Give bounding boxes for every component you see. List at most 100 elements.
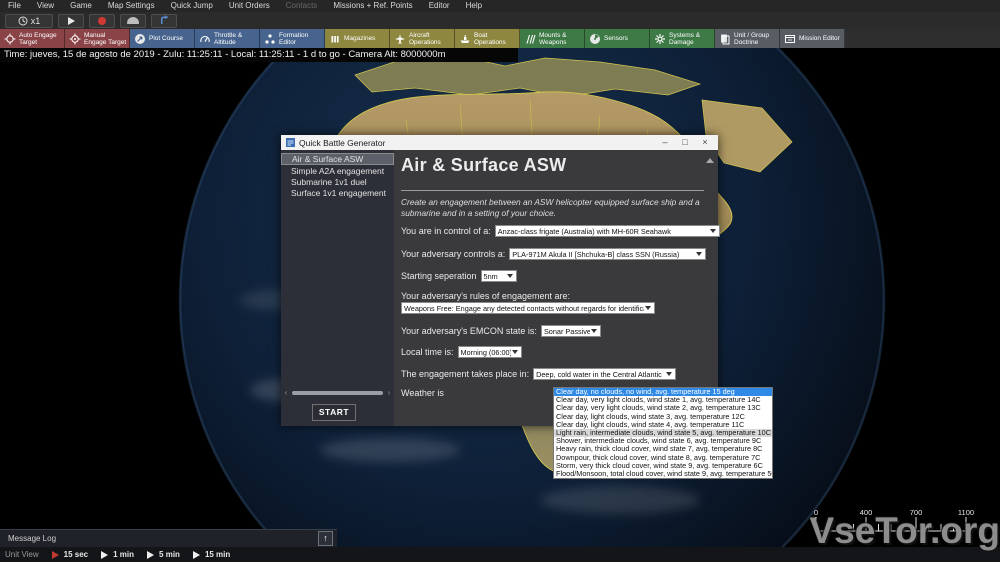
menu-view[interactable]: View <box>29 0 62 12</box>
speed-label: 5 min <box>159 550 180 559</box>
location-select[interactable]: Deep, cold water in the Central Atlantic <box>533 368 677 380</box>
field-roe-label-row: Your adversary's rules of engagement are… <box>401 291 570 301</box>
scrollbar-thumb[interactable] <box>292 391 383 395</box>
record-icon <box>98 16 106 25</box>
systems-damage-button[interactable]: Systems & Damage <box>650 29 715 48</box>
weather-option[interactable]: Clear day, light clouds, wind state 4, a… <box>554 421 772 429</box>
sidebar-horizontal-scrollbar[interactable]: ‹ › <box>282 389 393 397</box>
local-time-select[interactable]: Morning (06:00) <box>457 346 522 358</box>
weather-option[interactable]: Heavy rain, thick cloud cover, wind stat… <box>554 445 772 453</box>
aircraft-operations-button[interactable]: Aircraft Operations <box>390 29 455 48</box>
field-adversary: Your adversary controls a: PLA-971M Akul… <box>401 248 707 260</box>
weather-option[interactable]: Clear day, very light clouds, wind state… <box>554 396 772 404</box>
sidebar-item-submarine-duel[interactable]: Submarine 1v1 duel <box>281 177 394 187</box>
sidebar-item-air-surface-asw[interactable]: Air & Surface ASW <box>281 153 394 165</box>
unit-group-doctrine-button[interactable]: Unit / Group Doctrine <box>715 29 780 48</box>
speed-5min-button[interactable]: 5 min <box>147 550 180 559</box>
time-compression-label: x1 <box>30 15 41 26</box>
dialog-title-bar[interactable]: Quick Battle Generator – □ × <box>281 135 718 150</box>
weather-dropdown-list: Clear day, no clouds, no wind, avg. temp… <box>553 387 773 480</box>
scenario-heading: Air & Surface ASW <box>401 155 567 175</box>
field-control-of: You are in control of a: Anzac-class fri… <box>401 225 720 237</box>
play-icon <box>67 16 75 25</box>
minimize-button[interactable]: – <box>657 135 673 150</box>
weather-option[interactable]: Clear day, very light clouds, wind state… <box>554 404 772 412</box>
field-local-time: Local time is: Morning (06:00) <box>401 346 522 358</box>
mounts-weapons-button[interactable]: Mounts & Weapons <box>520 29 585 48</box>
heading-divider <box>401 190 704 191</box>
scenario-config-panel: Air & Surface ASW Create an engagement b… <box>394 150 773 480</box>
sidebar-item-surface-engagement[interactable]: Surface 1v1 engagement <box>281 188 394 198</box>
weather-option-hovered[interactable]: Light rain, intermediate clouds, wind st… <box>554 428 772 438</box>
speed-1min-button[interactable]: 1 min <box>101 550 134 559</box>
manual-engage-target-button[interactable]: Manual Engage Target <box>65 29 130 48</box>
boat-operations-icon <box>460 34 470 43</box>
chevron-down-icon <box>709 229 716 233</box>
menu-bar: File View Game Map Settings Quick Jump U… <box>0 0 1000 12</box>
menu-missions-ref-points[interactable]: Missions + Ref. Points <box>325 0 420 12</box>
weather-option[interactable]: Downpour, thick cloud cover, wind state … <box>554 454 772 462</box>
formation-editor-icon <box>265 33 275 44</box>
weather-option-selected[interactable]: Clear day, no clouds, no wind, avg. temp… <box>554 388 772 397</box>
menu-editor[interactable]: Editor <box>421 0 458 12</box>
maximize-button[interactable]: □ <box>677 135 693 150</box>
auto-engage-target-button[interactable]: Auto Engage Target <box>0 29 65 48</box>
roe-select[interactable]: Weapons Free: Engage any detected contac… <box>401 302 655 314</box>
speed-15min-button[interactable]: 15 min <box>192 550 230 559</box>
menu-quick-jump[interactable]: Quick Jump <box>163 0 221 12</box>
doctrine-icon <box>721 34 730 44</box>
chevron-down-icon <box>696 252 703 256</box>
menu-file[interactable]: File <box>0 0 29 12</box>
field-separation: Starting seperation 5nm <box>401 270 517 282</box>
formation-editor-button[interactable]: Formation Editor <box>260 29 325 48</box>
control-of-select[interactable]: Anzac-class frigate (Australia) with MH-… <box>494 225 720 237</box>
weather-option[interactable]: Shower, intermediate clouds, wind state … <box>554 437 772 445</box>
play-button[interactable] <box>58 13 84 28</box>
throttle-altitude-button[interactable]: Throttle & Altitude <box>195 29 260 48</box>
boat-operations-button[interactable]: Boat Operations <box>455 29 520 48</box>
emcon-select[interactable]: Sonar Passive <box>540 325 601 337</box>
adversary-select[interactable]: PLA-971M Akula II [Shchuka-B] class SSN … <box>509 248 707 260</box>
sensors-button[interactable]: Sensors <box>585 29 650 48</box>
menu-map-settings[interactable]: Map Settings <box>100 0 163 12</box>
speed-label: 15 sec <box>63 550 89 559</box>
pointer-button[interactable] <box>151 13 177 28</box>
toolbar-button-label: Auto Engage Target <box>19 31 57 46</box>
toolbar-button-label: Sensors <box>604 35 628 42</box>
mission-editor-button[interactable]: Mission Editor <box>780 29 845 48</box>
throttle-altitude-icon <box>200 35 210 42</box>
field-location: The engagement takes place in: Deep, col… <box>401 368 677 380</box>
ship-silhouette-icon <box>127 17 139 24</box>
mission-editor-icon <box>785 34 795 43</box>
menu-game[interactable]: Game <box>62 0 100 12</box>
close-button[interactable]: × <box>697 135 713 150</box>
weather-option[interactable]: Clear day, light clouds, wind state 3, a… <box>554 413 772 421</box>
dialog-title: Quick Battle Generator <box>299 137 386 148</box>
scroll-right-icon[interactable]: › <box>385 389 393 397</box>
weather-option[interactable]: Flood/Monsoon, total cloud cover, wind s… <box>554 470 772 478</box>
separation-select[interactable]: 5nm <box>480 270 517 282</box>
magazines-button[interactable]: Magazines <box>325 29 390 48</box>
speed-15sec-button[interactable]: 15 sec <box>51 550 89 559</box>
expand-log-button[interactable]: ↑ <box>318 531 333 546</box>
toolbar-button-label: Boat Operations <box>474 31 506 46</box>
select-value: PLA-971M Akula II [Shchuka-B] class SSN … <box>512 249 680 259</box>
field-label: Local time is: <box>401 347 454 357</box>
toolbar-button-label: Formation Editor <box>279 31 309 46</box>
time-status-bar: Time: jueves, 15 de agosto de 2019 - Zul… <box>0 48 518 62</box>
scroll-up-icon[interactable] <box>706 158 714 163</box>
weather-option[interactable]: Storm, very thick cloud cover, wind stat… <box>554 462 772 470</box>
plot-course-button[interactable]: Plot Course <box>130 29 195 48</box>
ship-silhouette-button[interactable] <box>120 13 146 28</box>
record-button[interactable] <box>89 13 115 28</box>
scenario-description: Create an engagement between an ASW heli… <box>401 197 700 218</box>
sidebar-item-simple-a2a[interactable]: Simple A2A engagement <box>281 166 394 176</box>
menu-unit-orders[interactable]: Unit Orders <box>221 0 278 12</box>
select-value: Deep, cold water in the Central Atlantic <box>536 369 662 379</box>
field-weather-label-row: Weather is <box>401 388 444 398</box>
menu-help[interactable]: Help <box>458 0 490 12</box>
start-button[interactable]: START <box>312 404 356 421</box>
time-compression-button[interactable]: x1 <box>5 13 53 28</box>
scroll-left-icon[interactable]: ‹ <box>282 389 290 397</box>
sim-controls-row: x1 <box>0 12 1000 29</box>
